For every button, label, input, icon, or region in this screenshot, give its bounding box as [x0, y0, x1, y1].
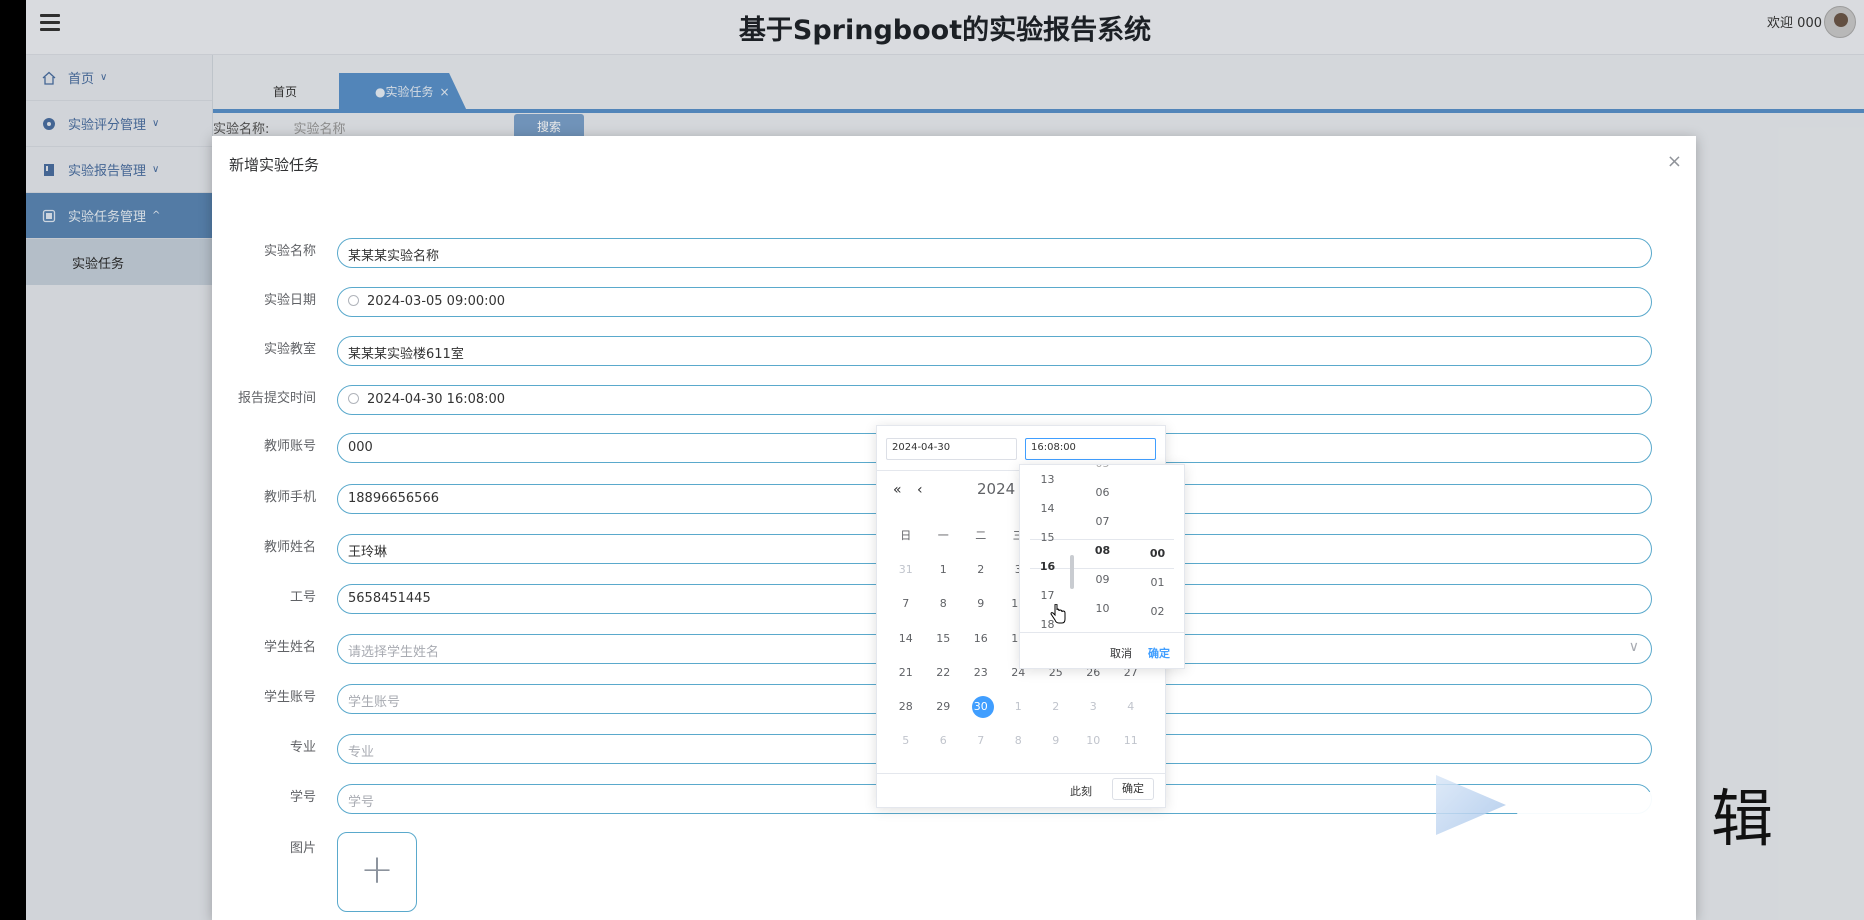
picker-date-input[interactable]: 2024-04-30 [886, 438, 1017, 460]
hour-column[interactable]: 13 14 15 16 17 18 [1020, 465, 1075, 639]
experiment-name-input[interactable]: 某某某实验名称 [337, 238, 1652, 268]
field-label: 实验名称 [263, 244, 316, 259]
time-confirm-button[interactable]: 确定 [1148, 645, 1170, 661]
time-panel-footer: 取消 确定 [1020, 632, 1184, 668]
calendar-day[interactable]: 2 [1037, 700, 1075, 713]
calendar-day[interactable]: 1 [1000, 700, 1038, 713]
clock-icon [348, 295, 359, 306]
second-option[interactable]: 02 [1130, 597, 1184, 626]
calendar-day[interactable]: 8 [1000, 734, 1038, 747]
close-icon[interactable]: × [1667, 151, 1682, 172]
deadline-value: 2024-04-30 16:08:00 [367, 392, 506, 407]
form-row-room: 实验教室 某某某实验楼611室 [212, 333, 1696, 369]
hour-option[interactable]: 13 [1020, 465, 1075, 494]
select-placeholder: 请选择学生姓名 [348, 645, 440, 660]
field-label: 实验教室 [263, 342, 316, 357]
field-label: 教师账号 [263, 439, 316, 454]
field-label: 报告提交时间 [237, 391, 316, 406]
calendar-day[interactable]: 21 [887, 666, 925, 679]
app-window: 基于Springboot的实验报告系统 欢迎 000 首页 ∨ 实验评分管理 ∨… [26, 0, 1864, 920]
calendar-day[interactable]: 10 [1075, 734, 1113, 747]
calendar-day[interactable]: 7 [887, 597, 925, 610]
calendar-day[interactable]: 16 [962, 632, 1000, 645]
minute-option-selected[interactable]: 08 [1075, 536, 1130, 565]
field-label: 学号 [289, 790, 316, 805]
field-label: 教师手机 [263, 490, 316, 505]
calendar-day[interactable]: 22 [925, 666, 963, 679]
date-value: 2024-03-05 09:00:00 [367, 294, 506, 309]
calendar-day[interactable]: 11 [1112, 734, 1150, 747]
calendar-day[interactable]: 8 [925, 597, 963, 610]
calendar-day[interactable]: 3 [1075, 700, 1113, 713]
calendar-day[interactable]: 31 [887, 563, 925, 576]
confirm-button[interactable]: 确定 [1112, 778, 1154, 800]
image-upload-button[interactable]: + [337, 832, 417, 912]
picker-time-input[interactable]: 16:08:00 [1025, 438, 1156, 460]
minute-option[interactable]: 10 [1075, 594, 1130, 623]
time-spinner-panel: 13 14 15 16 17 18 05 06 07 08 09 10 11 0… [1019, 464, 1185, 669]
form-row-date: 实验日期 2024-03-05 09:00:00 [212, 284, 1696, 320]
field-label: 专业 [289, 740, 316, 755]
calendar-day[interactable]: 9 [1037, 734, 1075, 747]
plus-icon: + [360, 847, 394, 893]
form-row-name: 实验名称 某某某实验名称 [212, 235, 1696, 271]
minute-option[interactable]: 07 [1075, 507, 1130, 536]
chevron-down-icon: ∨ [1628, 639, 1639, 655]
calendar-week-5: 28 29 30 1 2 3 4 [887, 700, 1150, 713]
calendar-day[interactable]: 5 [887, 734, 925, 747]
hand-pointer-icon [1050, 603, 1066, 629]
calendar-day[interactable]: 9 [962, 597, 1000, 610]
calendar-day[interactable]: 6 [925, 734, 963, 747]
hour-option[interactable]: 15 [1020, 523, 1075, 552]
calendar-day[interactable]: 15 [925, 632, 963, 645]
time-cancel-button[interactable]: 取消 [1110, 645, 1132, 661]
calendar-day[interactable]: 23 [962, 666, 1000, 679]
watermark-arrow-shape [1436, 775, 1506, 835]
weekday-label: 一 [937, 529, 949, 542]
field-label: 工号 [289, 590, 316, 605]
calendar-day[interactable]: 29 [925, 700, 963, 713]
calendar-day[interactable]: 1 [925, 563, 963, 576]
field-label: 教师姓名 [263, 540, 316, 555]
dialog-title: 新增实验任务 [229, 156, 320, 174]
prev-year-icon[interactable]: « [893, 482, 902, 498]
prev-month-icon[interactable]: ‹ [917, 482, 923, 498]
weekday-label: 二 [975, 529, 987, 542]
second-option[interactable]: 01 [1130, 568, 1184, 597]
calendar-day-selected[interactable]: 30 [962, 700, 1000, 713]
watermark-char: 辑 [1711, 782, 1774, 855]
watermark-logo: 辑 [1436, 765, 1796, 855]
calendar-day[interactable]: 28 [887, 700, 925, 713]
watermark-bar [1514, 792, 1694, 818]
calendar-day[interactable]: 14 [887, 632, 925, 645]
minute-option[interactable]: 06 [1075, 478, 1130, 507]
form-row-deadline: 报告提交时间 2024-04-30 16:08:00 [212, 382, 1696, 418]
hour-scrollbar[interactable] [1070, 555, 1074, 589]
calendar-day[interactable]: 4 [1112, 700, 1150, 713]
calendar-day[interactable]: 7 [962, 734, 1000, 747]
experiment-date-input[interactable]: 2024-03-05 09:00:00 [337, 287, 1652, 317]
weekday-label: 日 [900, 529, 912, 542]
minute-option[interactable]: 09 [1075, 565, 1130, 594]
clock-icon [348, 393, 359, 404]
divider [877, 773, 1165, 774]
hour-option[interactable]: 14 [1020, 494, 1075, 523]
calendar-week-6: 5 6 7 8 9 10 11 [887, 734, 1150, 747]
hour-option[interactable]: 17 [1020, 581, 1075, 610]
report-deadline-input[interactable]: 2024-04-30 16:08:00 [337, 385, 1652, 415]
second-option-selected[interactable]: 00 [1130, 539, 1184, 568]
hour-option-selected[interactable]: 16 [1020, 552, 1075, 581]
field-label: 学生账号 [263, 690, 316, 705]
minute-column[interactable]: 05 06 07 08 09 10 11 [1075, 465, 1130, 652]
classroom-input[interactable]: 某某某实验楼611室 [337, 336, 1652, 366]
field-label: 图片 [289, 841, 316, 856]
field-label: 实验日期 [263, 293, 316, 308]
now-button[interactable]: 此刻 [1070, 783, 1092, 799]
minute-option[interactable]: 05 [1075, 465, 1130, 478]
field-label: 学生姓名 [263, 640, 316, 655]
calendar-day[interactable]: 2 [962, 563, 1000, 576]
